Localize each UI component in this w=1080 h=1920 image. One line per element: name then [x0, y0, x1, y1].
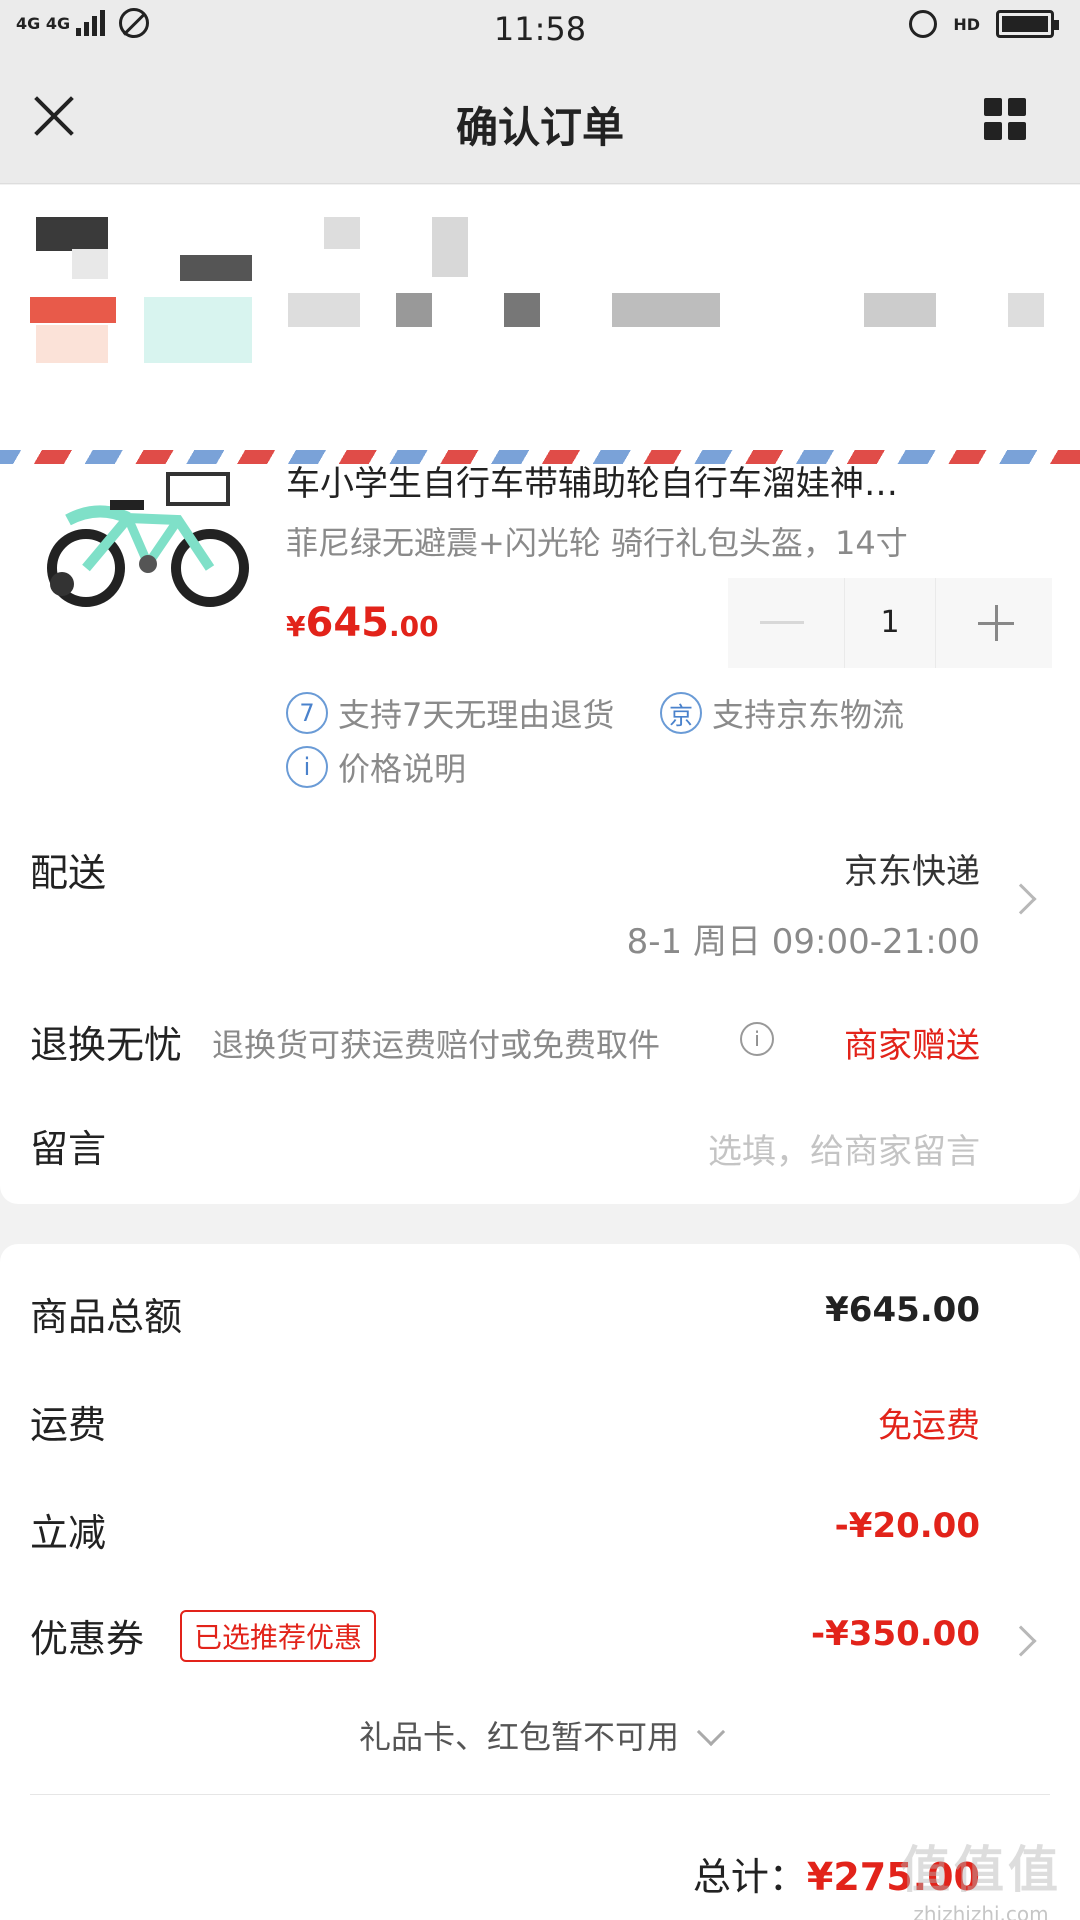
decrease-quantity-button[interactable] [728, 578, 844, 668]
gift-card-note: 礼品卡、红包暂不可用 [358, 1718, 679, 1756]
product-image[interactable] [28, 464, 256, 608]
tag-label: 价格说明 [338, 750, 467, 788]
order-summary-card: 商品总额 ¥645.00 运费 免运费 立减 -¥20.00 优惠券 已选推荐优… [0, 1244, 1080, 1920]
return-worry-value: 商家赠送 [844, 1026, 980, 1066]
status-bar: 4G 4G 11:58 HD [0, 0, 1080, 56]
discount-label: 立减 [30, 1511, 107, 1555]
price-currency: ¥ [286, 610, 306, 643]
price-decimal: .00 [388, 610, 439, 643]
tag-label: 支持7天无理由退货 [338, 696, 615, 734]
info-icon: i [286, 746, 328, 788]
chevron-right-icon [1005, 883, 1037, 915]
address-card-redacted[interactable] [0, 185, 1080, 453]
message-input[interactable]: 选填，给商家留言 [708, 1124, 980, 1173]
coupon-label: 优惠券 [30, 1617, 145, 1661]
redacted-block [180, 255, 252, 281]
nav-bar: 确认订单 [0, 56, 1080, 184]
return-worry-desc: 退换货可获运费赔付或免费取件 [212, 1026, 661, 1064]
redacted-block [288, 293, 360, 327]
product-title[interactable]: 车小学生自行车带辅助轮自行车溜娃神… [286, 456, 1046, 505]
redacted-block [396, 293, 432, 327]
delivery-label: 配送 [30, 851, 107, 895]
alarm-icon [909, 10, 938, 38]
goods-total-label: 商品总额 [30, 1295, 183, 1339]
redacted-block [144, 297, 252, 363]
price-integer: 645 [305, 600, 389, 646]
quantity-stepper: 1 [728, 578, 1052, 668]
return-policy-tag: 7 支持7天无理由退货 [286, 690, 614, 736]
tag-label: 支持京东物流 [712, 696, 905, 734]
redacted-block [1008, 293, 1044, 327]
chevron-right-icon [1005, 1625, 1037, 1657]
hd-call-icon: HD [953, 14, 980, 34]
discount-value: -¥20.00 [834, 1506, 980, 1546]
grid-menu-icon[interactable] [984, 98, 1026, 140]
info-icon[interactable]: i [740, 1022, 774, 1056]
shipping-value: 免运费 [878, 1406, 980, 1446]
return-worry-label: 退换无忧 [30, 1023, 183, 1067]
gift-card-toggle[interactable]: 礼品卡、红包暂不可用 [0, 1712, 1080, 1758]
redacted-block [432, 217, 468, 277]
total-label: 总计： [692, 1855, 807, 1899]
redacted-block [324, 217, 360, 249]
watermark-url: zhizhizhi.com [913, 1902, 1049, 1920]
jd-logistics-tag: 京 支持京东物流 [660, 690, 904, 736]
redacted-block [36, 325, 108, 363]
chevron-down-icon [696, 1717, 726, 1747]
site-watermark: 值值值 zhizhizhi.com [900, 1830, 1062, 1920]
redacted-block [504, 293, 540, 327]
divider [30, 1794, 1050, 1795]
product-spec: 菲尼绿无避震+闪光轮 骑行礼包头盔，14寸 [286, 524, 908, 562]
jd-logistics-icon: 京 [660, 692, 702, 734]
delivery-method: 京东快递 [844, 852, 980, 892]
coupon-value: -¥350.00 [811, 1614, 980, 1654]
system-icons: HD [909, 10, 1059, 38]
product-price: ¥645.00 [286, 600, 439, 646]
battery-icon [996, 10, 1059, 38]
redacted-block [72, 249, 108, 279]
quantity-value[interactable]: 1 [844, 578, 936, 668]
coupon-badge: 已选推荐优惠 [180, 1610, 377, 1662]
seven-day-icon: 7 [286, 692, 328, 734]
shipping-label: 运费 [30, 1403, 107, 1447]
redacted-block [864, 293, 936, 327]
message-label: 留言 [30, 1127, 107, 1171]
product-card: 车小学生自行车带辅助轮自行车溜娃神… 菲尼绿无避震+闪光轮 骑行礼包头盔，14寸… [0, 464, 1080, 1204]
increase-quantity-button[interactable] [936, 578, 1052, 668]
watermark-brand: 值值值 [900, 1841, 1062, 1899]
goods-total-value: ¥645.00 [825, 1290, 980, 1330]
price-info-tag[interactable]: i 价格说明 [286, 744, 466, 790]
delivery-time: 8-1 周日 09:00-21:00 [626, 922, 980, 962]
redacted-block [36, 217, 108, 251]
redacted-block [612, 293, 720, 327]
page-title: 确认订单 [455, 103, 624, 152]
redacted-block [30, 297, 116, 323]
